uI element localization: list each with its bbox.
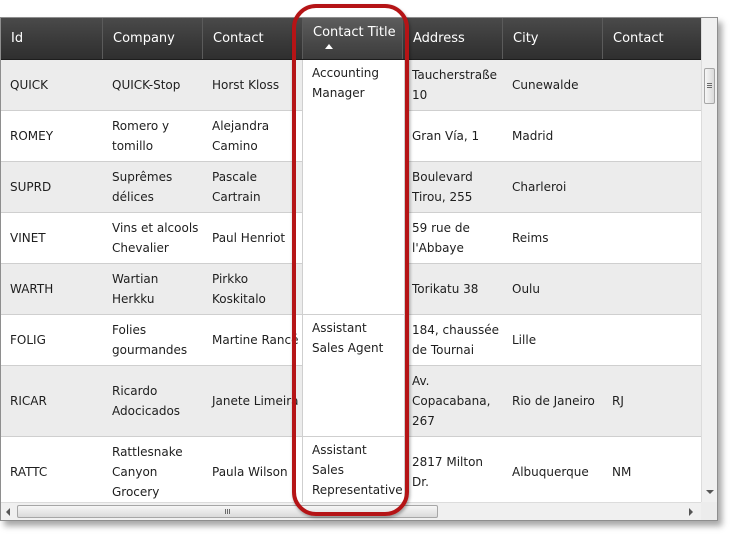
- cell-id: RICAR: [10, 394, 47, 408]
- grid-window: Id Company Contact Contact Title Address…: [0, 17, 718, 521]
- scroll-left-arrow-icon[interactable]: [6, 508, 10, 516]
- data-grid: Id Company Contact Contact Title Address…: [1, 18, 701, 502]
- cell-contact: Martine Rancé: [212, 333, 299, 347]
- contact-title-column: Accounting Manager Assistant Sales Agent…: [302, 60, 405, 502]
- cell-city: Lille: [512, 333, 537, 347]
- cell-region: [603, 264, 701, 314]
- column-header-contact-title[interactable]: Contact Title: [303, 18, 403, 59]
- cell-address: 2817 Milton Dr.: [412, 455, 484, 489]
- cell-address: 184, chaussée de Tournai: [412, 323, 499, 357]
- cell-company: Wartian Herkku: [112, 272, 159, 306]
- cell-region: [603, 213, 701, 263]
- cell-id: FOLIG: [10, 333, 46, 347]
- cell-company: Vins et alcools Chevalier: [112, 221, 199, 255]
- column-header-city[interactable]: City: [503, 18, 603, 59]
- cell-company: QUICK-Stop: [112, 78, 181, 92]
- cell-address: Torikatu 38: [412, 282, 479, 296]
- column-header-contact-2[interactable]: Contact: [603, 18, 701, 59]
- cell-id: QUICK: [10, 78, 49, 92]
- cell-id: SUPRD: [10, 180, 52, 194]
- cell-company: Romero y tomillo: [112, 119, 170, 153]
- column-header-contact-title-label: Contact Title: [313, 25, 396, 40]
- cell-city: Oulu: [512, 282, 540, 296]
- horizontal-scrollbar[interactable]: [1, 502, 701, 520]
- cell-city: Reims: [512, 231, 549, 245]
- merged-cell-contact-title[interactable]: Assistant Sales Agent: [303, 315, 404, 437]
- cell-company: Suprêmes délices: [112, 170, 173, 204]
- cell-address: Taucherstraße 10: [412, 68, 498, 102]
- scroll-right-arrow-icon[interactable]: [689, 508, 693, 516]
- sort-ascending-icon: [325, 44, 333, 49]
- cell-region: NM: [612, 465, 632, 479]
- cell-contact: Pascale Cartrain: [212, 170, 261, 204]
- merged-cell-contact-title[interactable]: Accounting Manager: [303, 60, 404, 315]
- cell-region: [603, 60, 701, 110]
- cell-region: [603, 111, 701, 161]
- column-header-company[interactable]: Company: [103, 18, 203, 59]
- cell-company: Ricardo Adocicados: [112, 384, 181, 418]
- cell-id: ROMEY: [10, 129, 54, 143]
- vertical-scroll-thumb[interactable]: [704, 68, 715, 104]
- cell-contact: Alejandra Camino: [212, 119, 270, 153]
- cell-address: Gran Vía, 1: [412, 129, 480, 143]
- cell-address: Boulevard Tirou, 255: [412, 170, 473, 204]
- cell-city: Albuquerque: [512, 465, 589, 479]
- cell-city: Cunewalde: [512, 78, 579, 92]
- cell-region: RJ: [612, 394, 624, 408]
- horizontal-scroll-thumb[interactable]: [17, 505, 438, 518]
- cell-id: RATTC: [10, 465, 48, 479]
- merged-cell-contact-title[interactable]: Assistant Sales Representative: [303, 437, 404, 502]
- column-header-contact[interactable]: Contact: [203, 18, 303, 59]
- cell-city: Rio de Janeiro: [512, 394, 595, 408]
- cell-address: Av. Copacabana, 267: [412, 374, 491, 428]
- cell-id: WARTH: [10, 282, 54, 296]
- cell-contact: Pirkko Koskitalo: [212, 272, 266, 306]
- cell-contact: Janete Limeira: [212, 394, 299, 408]
- cell-region: [603, 315, 701, 365]
- grid-header: Id Company Contact Contact Title Address…: [1, 18, 701, 60]
- cell-contact: Horst Kloss: [212, 78, 280, 92]
- column-header-id[interactable]: Id: [1, 18, 103, 59]
- cell-address: 59 rue de l'Abbaye: [412, 221, 470, 255]
- vertical-scrollbar[interactable]: [701, 18, 717, 502]
- cell-id: VINET: [10, 231, 46, 245]
- scrollbar-corner: [701, 502, 717, 520]
- cell-contact: Paul Henriot: [212, 231, 286, 245]
- cell-company: Rattlesnake Canyon Grocery: [112, 445, 183, 499]
- cell-city: Madrid: [512, 129, 554, 143]
- cell-company: Folies gourmandes: [112, 323, 188, 357]
- column-header-address[interactable]: Address: [403, 18, 503, 59]
- cell-contact: Paula Wilson: [212, 465, 288, 479]
- cell-region: [603, 162, 701, 212]
- scroll-down-arrow-icon[interactable]: [706, 490, 714, 494]
- cell-city: Charleroi: [512, 180, 567, 194]
